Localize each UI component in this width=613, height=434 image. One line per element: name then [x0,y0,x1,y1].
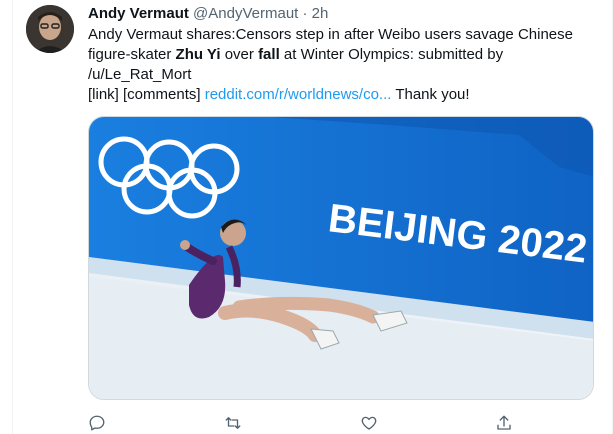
author-name[interactable]: Andy Vermaut [88,5,189,22]
tweet-text-part4: [link] [comments] [88,86,205,103]
avatar[interactable] [26,5,74,53]
like-icon [361,416,377,430]
reply-icon [89,415,105,431]
tweet-text-bold2: fall [258,46,280,63]
tweet-link[interactable]: reddit.com/r/worldnews/co... [205,86,392,103]
reply-button[interactable] [86,412,108,434]
tweet-actions [0,412,613,434]
tweet-text-bold1: Zhu Yi [175,46,221,63]
like-button[interactable] [358,412,380,434]
author-handle[interactable]: @AndyVermaut [193,5,298,22]
tweet-time[interactable]: 2h [312,5,329,22]
retweet-button[interactable] [222,412,244,434]
share-icon [497,415,511,430]
tweet-text-part5: Thank you! [391,86,470,103]
retweet-icon [225,417,241,429]
tweet-header: Andy Vermaut @AndyVermaut · 2h [88,4,328,24]
tweet-text-part2: over [220,46,259,63]
separator-dot: · [302,5,308,22]
tweet-media-image[interactable]: BEIJING 2022 [88,116,594,400]
tweet-text: Andy Vermaut shares:Censors step in afte… [88,25,593,105]
share-button[interactable] [493,412,515,434]
